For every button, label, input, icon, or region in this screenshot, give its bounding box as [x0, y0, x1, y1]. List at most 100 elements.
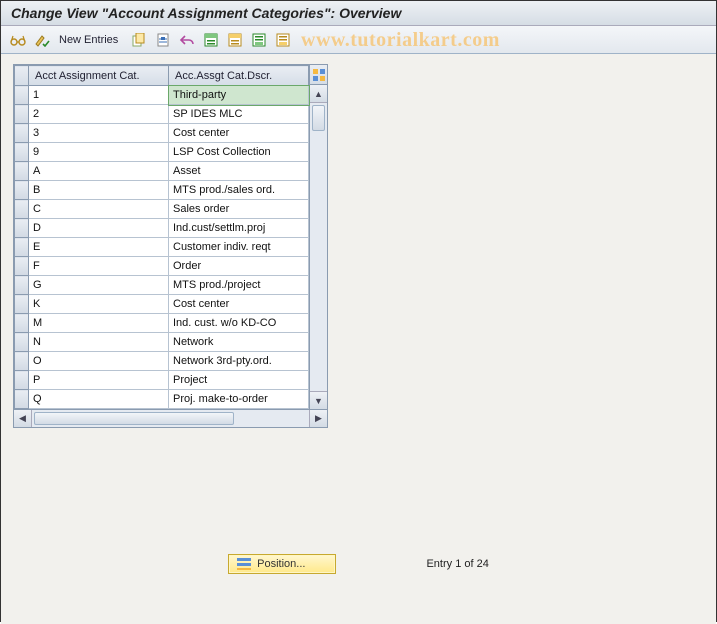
watermark: www.tutorialkart.com — [301, 29, 500, 52]
cell-category[interactable]: M — [29, 314, 169, 333]
cell-description[interactable]: MTS prod./sales ord. — [169, 181, 309, 200]
undo-icon[interactable] — [178, 31, 196, 49]
cell-description[interactable]: Order — [169, 257, 309, 276]
table-row[interactable]: FOrder — [15, 257, 309, 276]
scroll-right-icon[interactable]: ▶ — [309, 410, 327, 427]
new-entries-button[interactable]: New Entries — [59, 34, 118, 46]
row-selector[interactable] — [15, 105, 29, 124]
position-label: Position... — [257, 558, 305, 570]
cell-category[interactable]: F — [29, 257, 169, 276]
scroll-thumb[interactable] — [312, 105, 325, 131]
glasses-icon[interactable] — [9, 31, 27, 49]
cell-description[interactable]: Asset — [169, 162, 309, 181]
table-row[interactable]: ECustomer indiv. reqt — [15, 238, 309, 257]
row-selector[interactable] — [15, 181, 29, 200]
table-row[interactable]: ONetwork 3rd-pty.ord. — [15, 352, 309, 371]
account-assignment-table[interactable]: Acct Assignment Cat.Acc.Assgt Cat.Dscr.1… — [13, 64, 310, 410]
table-row[interactable]: GMTS prod./project — [15, 276, 309, 295]
cell-category[interactable]: G — [29, 276, 169, 295]
cell-category[interactable]: 9 — [29, 143, 169, 162]
cell-category[interactable]: 1 — [29, 86, 169, 105]
col-header-description[interactable]: Acc.Assgt Cat.Dscr. — [169, 66, 309, 86]
cell-description[interactable]: SP IDES MLC — [169, 105, 309, 124]
delete-icon[interactable] — [154, 31, 172, 49]
table-row[interactable]: 9LSP Cost Collection — [15, 143, 309, 162]
hscroll-track[interactable] — [32, 410, 309, 427]
cell-category[interactable]: A — [29, 162, 169, 181]
deselect-all-icon[interactable] — [226, 31, 244, 49]
table-row[interactable]: PProject — [15, 371, 309, 390]
table-row[interactable]: MInd. cust. w/o KD-CO — [15, 314, 309, 333]
print-icon[interactable] — [274, 31, 292, 49]
row-selector[interactable] — [15, 219, 29, 238]
horizontal-scrollbar[interactable]: ◀ ▶ — [13, 410, 328, 428]
row-selector[interactable] — [15, 371, 29, 390]
table-row[interactable]: AAsset — [15, 162, 309, 181]
row-selector[interactable] — [15, 390, 29, 409]
scroll-up-icon[interactable]: ▲ — [310, 85, 327, 103]
cell-description[interactable]: Cost center — [169, 295, 309, 314]
table-row[interactable]: 3Cost center — [15, 124, 309, 143]
row-selector-header[interactable] — [15, 66, 29, 86]
pencil-check-icon[interactable] — [33, 31, 51, 49]
table-row[interactable]: BMTS prod./sales ord. — [15, 181, 309, 200]
row-selector[interactable] — [15, 314, 29, 333]
hscroll-thumb[interactable] — [34, 412, 234, 425]
row-selector[interactable] — [15, 276, 29, 295]
cell-description[interactable]: Network 3rd-pty.ord. — [169, 352, 309, 371]
scroll-left-icon[interactable]: ◀ — [14, 410, 32, 427]
table-row[interactable]: NNetwork — [15, 333, 309, 352]
table-row[interactable]: 2SP IDES MLC — [15, 105, 309, 124]
cell-description[interactable]: Proj. make-to-order — [169, 390, 309, 409]
row-selector[interactable] — [15, 143, 29, 162]
position-icon — [237, 558, 251, 570]
entry-count-label: Entry 1 of 24 — [426, 558, 488, 570]
row-selector[interactable] — [15, 352, 29, 371]
cell-category[interactable]: B — [29, 181, 169, 200]
cell-category[interactable]: O — [29, 352, 169, 371]
table-row[interactable]: DInd.cust/settlm.proj — [15, 219, 309, 238]
cell-category[interactable]: D — [29, 219, 169, 238]
application-toolbar: New Entries www.tutorialkart.com — [1, 26, 716, 54]
cell-description[interactable]: Network — [169, 333, 309, 352]
cell-description[interactable]: MTS prod./project — [169, 276, 309, 295]
row-selector[interactable] — [15, 124, 29, 143]
table-config-icon[interactable] — [310, 65, 327, 85]
table-row[interactable]: KCost center — [15, 295, 309, 314]
row-selector[interactable] — [15, 200, 29, 219]
cell-category[interactable]: C — [29, 200, 169, 219]
row-selector[interactable] — [15, 257, 29, 276]
row-selector[interactable] — [15, 162, 29, 181]
cell-category[interactable]: K — [29, 295, 169, 314]
vertical-scrollbar[interactable]: ▲ ▼ — [310, 64, 328, 410]
table-row[interactable]: CSales order — [15, 200, 309, 219]
row-selector[interactable] — [15, 86, 29, 105]
scroll-down-icon[interactable]: ▼ — [310, 391, 327, 409]
position-button[interactable]: Position... — [228, 554, 336, 574]
cell-category[interactable]: Q — [29, 390, 169, 409]
cell-description[interactable]: Cost center — [169, 124, 309, 143]
row-selector[interactable] — [15, 295, 29, 314]
scroll-track[interactable] — [310, 103, 327, 391]
table-row[interactable]: QProj. make-to-order — [15, 390, 309, 409]
table-row[interactable]: 1Third-party — [15, 86, 309, 105]
cell-description[interactable]: Third-party — [169, 86, 309, 105]
cell-description[interactable]: Customer indiv. reqt — [169, 238, 309, 257]
cell-description[interactable]: Sales order — [169, 200, 309, 219]
cell-category[interactable]: N — [29, 333, 169, 352]
select-all-icon[interactable] — [202, 31, 220, 49]
row-selector[interactable] — [15, 238, 29, 257]
cell-description[interactable]: Ind. cust. w/o KD-CO — [169, 314, 309, 333]
cell-description[interactable]: LSP Cost Collection — [169, 143, 309, 162]
cell-category[interactable]: E — [29, 238, 169, 257]
work-area: Acct Assignment Cat.Acc.Assgt Cat.Dscr.1… — [1, 54, 716, 624]
select-block-icon[interactable] — [250, 31, 268, 49]
cell-description[interactable]: Ind.cust/settlm.proj — [169, 219, 309, 238]
cell-description[interactable]: Project — [169, 371, 309, 390]
row-selector[interactable] — [15, 333, 29, 352]
cell-category[interactable]: 2 — [29, 105, 169, 124]
cell-category[interactable]: 3 — [29, 124, 169, 143]
copy-icon[interactable] — [130, 31, 148, 49]
cell-category[interactable]: P — [29, 371, 169, 390]
col-header-category[interactable]: Acct Assignment Cat. — [29, 66, 169, 86]
